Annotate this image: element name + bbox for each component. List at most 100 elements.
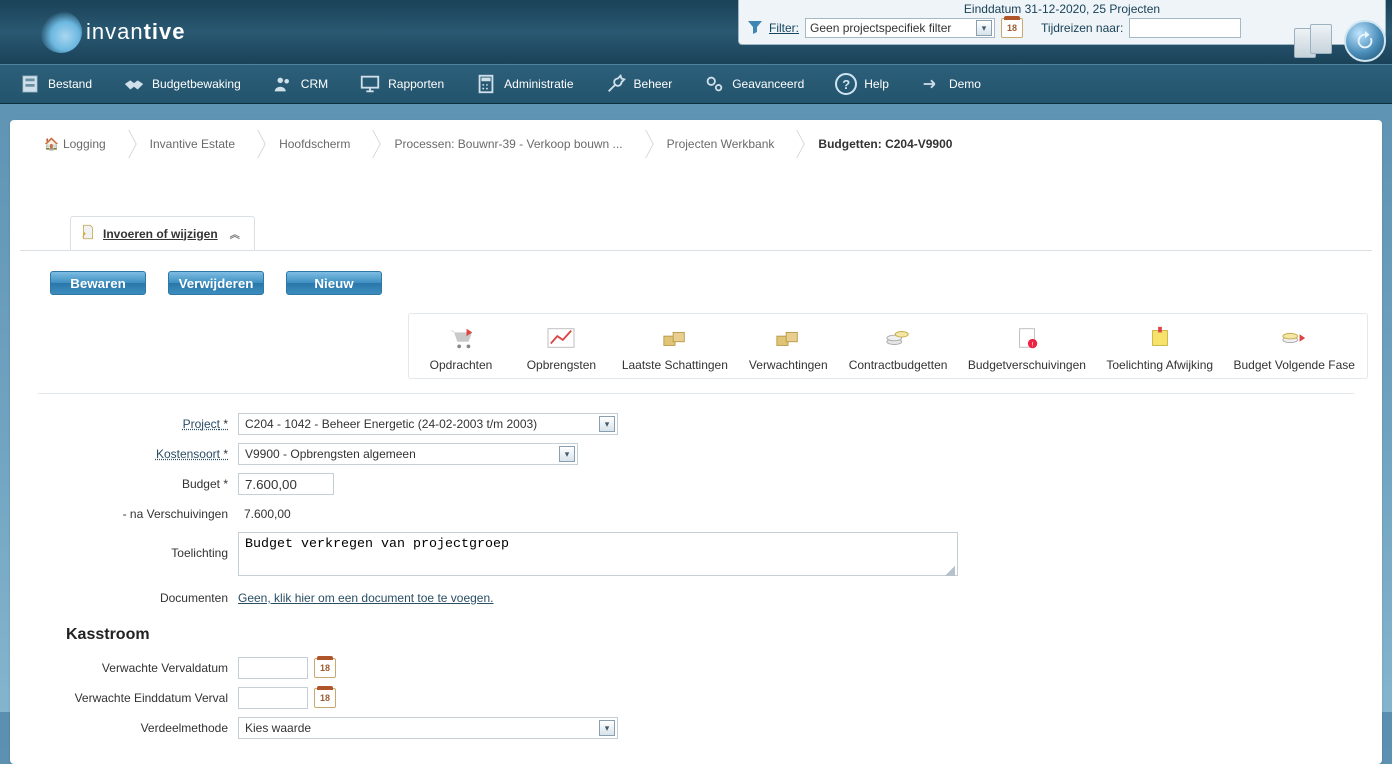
dropdown-icon[interactable]: [599, 720, 615, 736]
budget-input[interactable]: [238, 473, 334, 495]
file-cabinet-icon: [18, 72, 42, 96]
menu-crm-label: CRM: [301, 77, 328, 91]
dropdown-icon[interactable]: [559, 446, 575, 462]
coins-icon: [881, 324, 915, 352]
project-filter-select[interactable]: Geen projectspecifiek filter: [805, 18, 995, 38]
crumb-hoofdscherm-label: Hoofdscherm: [279, 137, 350, 151]
main-menu: Bestand Budgetbewaking CRM Rapporten Adm…: [0, 64, 1392, 104]
funnel-icon: [747, 19, 763, 38]
handshake-icon: [122, 72, 146, 96]
subnav-toelichting-afwijking-label: Toelichting Afwijking: [1106, 358, 1213, 372]
app-header: invantive Einddatum 31-12-2020, 25 Proje…: [0, 0, 1392, 64]
svg-text:!: !: [1032, 341, 1034, 348]
menu-budgetbewaking-label: Budgetbewaking: [152, 77, 241, 91]
menu-crm[interactable]: CRM: [257, 66, 342, 102]
subnav-toolbar: Opdrachten Opbrengsten Laatste Schatting…: [408, 313, 1368, 379]
label-na-verschuiving: - na Verschuivingen: [58, 507, 238, 521]
crumb-separator-icon: [637, 130, 649, 158]
brand-text-part2: tive: [144, 19, 186, 44]
subnav-contractbudgetten[interactable]: Contractbudgetten: [849, 324, 948, 372]
subnav-laatste-schattingen[interactable]: Laatste Schattingen: [622, 324, 728, 372]
crumb-separator-icon: [120, 130, 132, 158]
cart-icon: [444, 324, 478, 352]
crumb-current-label: Budgetten: C204-V9900: [818, 137, 952, 151]
tab-row: Invoeren of wijzigen ︽: [70, 216, 1382, 250]
subnav-budgetverschuivingen[interactable]: ! Budgetverschuivingen: [968, 324, 1086, 372]
chevron-up-icon[interactable]: ︽: [230, 226, 240, 241]
label-kostensoort[interactable]: Kostensoort *: [58, 447, 238, 461]
crumb-hoofdscherm[interactable]: Hoofdscherm: [261, 131, 364, 157]
tools-icon: [604, 72, 628, 96]
calendar-icon[interactable]: 18: [314, 658, 336, 678]
help-icon: ?: [834, 72, 858, 96]
brand-logo: invantive: [40, 11, 186, 53]
tab-invoeren[interactable]: Invoeren of wijzigen ︽: [70, 216, 255, 250]
toelichting-textarea[interactable]: [238, 532, 958, 576]
subnav-verwachtingen[interactable]: Verwachtingen: [748, 324, 828, 372]
crumb-current: Budgetten: C204-V9900: [800, 131, 966, 157]
verwachte-einddatum-input[interactable]: [238, 687, 308, 709]
menu-bestand-label: Bestand: [48, 77, 92, 91]
filter-link[interactable]: Filter: [769, 21, 799, 35]
gears-icon: [702, 72, 726, 96]
kostensoort-select[interactable]: V9900 - Opbrengsten algemeen: [238, 443, 578, 465]
menu-rapporten[interactable]: Rapporten: [344, 66, 458, 102]
menu-demo-label: Demo: [949, 77, 981, 91]
verwachte-vervaldatum-input[interactable]: [238, 657, 308, 679]
subnav-budget-volgende-fase[interactable]: Budget Volgende Fase: [1233, 324, 1354, 372]
filter-panel: Einddatum 31-12-2020, 25 Projecten Filte…: [738, 0, 1386, 45]
label-verwachte-vervaldatum: Verwachte Vervaldatum: [58, 661, 238, 675]
verdeelmethode-select[interactable]: Kies waarde: [238, 717, 618, 739]
boxes-icon: [771, 324, 805, 352]
time-travel-input[interactable]: [1129, 18, 1241, 38]
project-select-value: C204 - 1042 - Beheer Energetic (24-02-20…: [245, 417, 537, 431]
label-project[interactable]: Project *: [58, 417, 238, 431]
boxes-icon: [658, 324, 692, 352]
kostensoort-select-value: V9900 - Opbrengsten algemeen: [245, 447, 416, 461]
project-select[interactable]: C204 - 1042 - Beheer Energetic (24-02-20…: [238, 413, 618, 435]
crumb-separator-icon: [364, 130, 376, 158]
resize-grip-icon[interactable]: [945, 566, 955, 576]
menu-budgetbewaking[interactable]: Budgetbewaking: [108, 66, 255, 102]
menu-beheer[interactable]: Beheer: [590, 66, 687, 102]
menu-help[interactable]: ? Help: [820, 66, 903, 102]
edit-document-icon: [79, 223, 97, 244]
server-status-icon: [1294, 20, 1340, 62]
new-button[interactable]: Nieuw: [286, 271, 382, 295]
save-button[interactable]: Bewaren: [50, 271, 146, 295]
calendar-icon[interactable]: 18: [314, 688, 336, 708]
action-button-row: Bewaren Verwijderen Nieuw: [50, 271, 1354, 295]
calculator-icon: [474, 72, 498, 96]
calendar-icon[interactable]: 18: [1001, 18, 1023, 38]
crumb-logging-label: Logging: [63, 137, 106, 151]
label-documenten: Documenten: [58, 591, 238, 605]
section-kasstroom-heading: Kasstroom: [66, 626, 1354, 644]
subnav-opbrengsten[interactable]: Opbrengsten: [521, 324, 601, 372]
crumb-logging[interactable]: 🏠 Logging: [26, 131, 120, 157]
crumb-separator-icon: [249, 130, 261, 158]
crumb-processen-label: Processen: Bouwnr-39 - Verkoop bouwn ...: [394, 137, 622, 151]
delete-button[interactable]: Verwijderen: [168, 271, 264, 295]
menu-demo[interactable]: Demo: [905, 66, 995, 102]
crumb-estate[interactable]: Invantive Estate: [132, 131, 249, 157]
refresh-button[interactable]: [1344, 20, 1386, 62]
dropdown-icon[interactable]: [976, 20, 992, 36]
page-body: 🏠 Logging Invantive Estate Hoofdscherm P…: [10, 120, 1382, 764]
label-verdeelmethode: Verdeelmethode: [58, 721, 238, 735]
subnav-opdrachten[interactable]: Opdrachten: [421, 324, 501, 372]
label-budget: Budget *: [58, 477, 238, 491]
label-verwachte-einddatum: Verwachte Einddatum Verval: [58, 691, 238, 705]
subnav-toelichting-afwijking[interactable]: Toelichting Afwijking: [1106, 324, 1213, 372]
subnav-opdrachten-label: Opdrachten: [430, 358, 493, 372]
people-icon: [271, 72, 295, 96]
add-document-link[interactable]: Geen, klik hier om een document toe te v…: [238, 591, 494, 605]
end-date-summary: Einddatum 31-12-2020, 25 Projecten: [747, 2, 1377, 18]
crumb-werkbank[interactable]: Projecten Werkbank: [649, 131, 789, 157]
arrow-right-icon: [919, 72, 943, 96]
menu-geavanceerd[interactable]: Geavanceerd: [688, 66, 818, 102]
crumb-processen[interactable]: Processen: Bouwnr-39 - Verkoop bouwn ...: [376, 131, 636, 157]
menu-bestand[interactable]: Bestand: [4, 66, 106, 102]
subnav-contractbudgetten-label: Contractbudgetten: [849, 358, 948, 372]
dropdown-icon[interactable]: [599, 416, 615, 432]
menu-administratie[interactable]: Administratie: [460, 66, 587, 102]
